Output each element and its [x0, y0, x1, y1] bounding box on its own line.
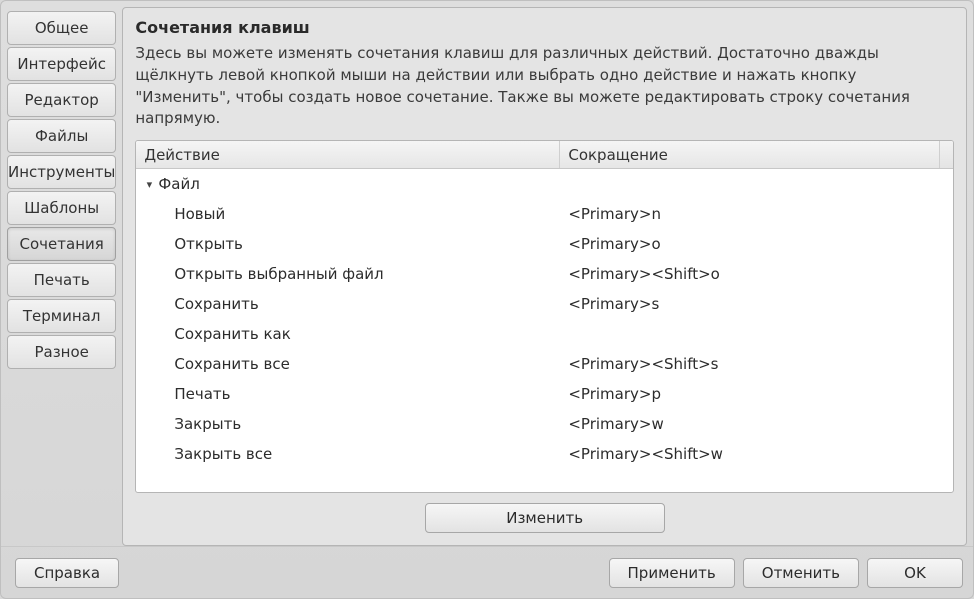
keybindings-table: Действие Сокращение ▾ Файл Новый <Primar…: [135, 140, 954, 493]
table-row[interactable]: Открыть <Primary>o: [136, 229, 953, 259]
change-button-row: Изменить: [135, 493, 954, 533]
sidebar-tab-general[interactable]: Общее: [7, 11, 116, 45]
table-row[interactable]: Сохранить все <Primary><Shift>s: [136, 349, 953, 379]
cell-shortcut: <Primary>o: [560, 235, 953, 253]
panel-description: Здесь вы можете изменять сочетания клави…: [135, 43, 954, 130]
scrollbar-gutter[interactable]: [939, 141, 953, 168]
cell-shortcut: <Primary><Shift>s: [560, 355, 953, 373]
sidebar-tab-files[interactable]: Файлы: [7, 119, 116, 153]
cell-action: Новый: [136, 205, 560, 223]
sidebar-tab-interface[interactable]: Интерфейс: [7, 47, 116, 81]
table-row[interactable]: Печать <Primary>p: [136, 379, 953, 409]
cell-shortcut: <Primary>s: [560, 295, 953, 313]
group-row-file[interactable]: ▾ Файл: [136, 169, 953, 199]
sidebar-tab-various[interactable]: Разное: [7, 335, 116, 369]
cell-action: Открыть: [136, 235, 560, 253]
table-row[interactable]: Открыть выбранный файл <Primary><Shift>o: [136, 259, 953, 289]
chevron-down-icon: ▾: [142, 178, 156, 191]
sidebar-tab-printing[interactable]: Печать: [7, 263, 116, 297]
cell-shortcut: <Primary>p: [560, 385, 953, 403]
preferences-window: Общее Интерфейс Редактор Файлы Инструмен…: [0, 0, 974, 599]
cell-shortcut: <Primary>n: [560, 205, 953, 223]
panel-title: Сочетания клавиш: [135, 18, 954, 37]
table-header: Действие Сокращение: [136, 141, 953, 169]
cancel-button[interactable]: Отменить: [743, 558, 859, 588]
cell-shortcut: <Primary>w: [560, 415, 953, 433]
sidebar-tab-templates[interactable]: Шаблоны: [7, 191, 116, 225]
cell-action: Сохранить: [136, 295, 560, 313]
column-action[interactable]: Действие: [136, 141, 560, 168]
table-row[interactable]: Сохранить как: [136, 319, 953, 349]
ok-button[interactable]: OK: [867, 558, 963, 588]
content-panel: Сочетания клавиш Здесь вы можете изменят…: [122, 7, 967, 546]
cell-action: Закрыть все: [136, 445, 560, 463]
help-button[interactable]: Справка: [15, 558, 119, 588]
cell-action: Закрыть: [136, 415, 560, 433]
change-button[interactable]: Изменить: [425, 503, 665, 533]
top-area: Общее Интерфейс Редактор Файлы Инструмен…: [1, 1, 973, 546]
sidebar-tab-keybindings[interactable]: Сочетания клавиш: [7, 227, 116, 261]
cell-shortcut: <Primary><Shift>w: [560, 445, 953, 463]
cell-action: Сохранить как: [136, 325, 560, 343]
table-row[interactable]: Сохранить <Primary>s: [136, 289, 953, 319]
cell-action: Печать: [136, 385, 560, 403]
cell-action: Открыть выбранный файл: [136, 265, 560, 283]
sidebar: Общее Интерфейс Редактор Файлы Инструмен…: [7, 7, 116, 546]
cell-shortcut: <Primary><Shift>o: [560, 265, 953, 283]
table-row[interactable]: Закрыть все <Primary><Shift>w: [136, 439, 953, 469]
table-body[interactable]: ▾ Файл Новый <Primary>n Открыть <Primary…: [136, 169, 953, 492]
cell-action: Сохранить все: [136, 355, 560, 373]
dialog-button-bar: Справка Применить Отменить OK: [1, 546, 973, 598]
apply-button[interactable]: Применить: [609, 558, 735, 588]
column-shortcut[interactable]: Сокращение: [560, 141, 939, 168]
sidebar-tab-tools[interactable]: Инструменты: [7, 155, 116, 189]
sidebar-tab-editor[interactable]: Редактор: [7, 83, 116, 117]
table-row[interactable]: Новый <Primary>n: [136, 199, 953, 229]
table-row[interactable]: Закрыть <Primary>w: [136, 409, 953, 439]
group-label: Файл: [158, 175, 199, 193]
sidebar-tab-terminal[interactable]: Терминал: [7, 299, 116, 333]
